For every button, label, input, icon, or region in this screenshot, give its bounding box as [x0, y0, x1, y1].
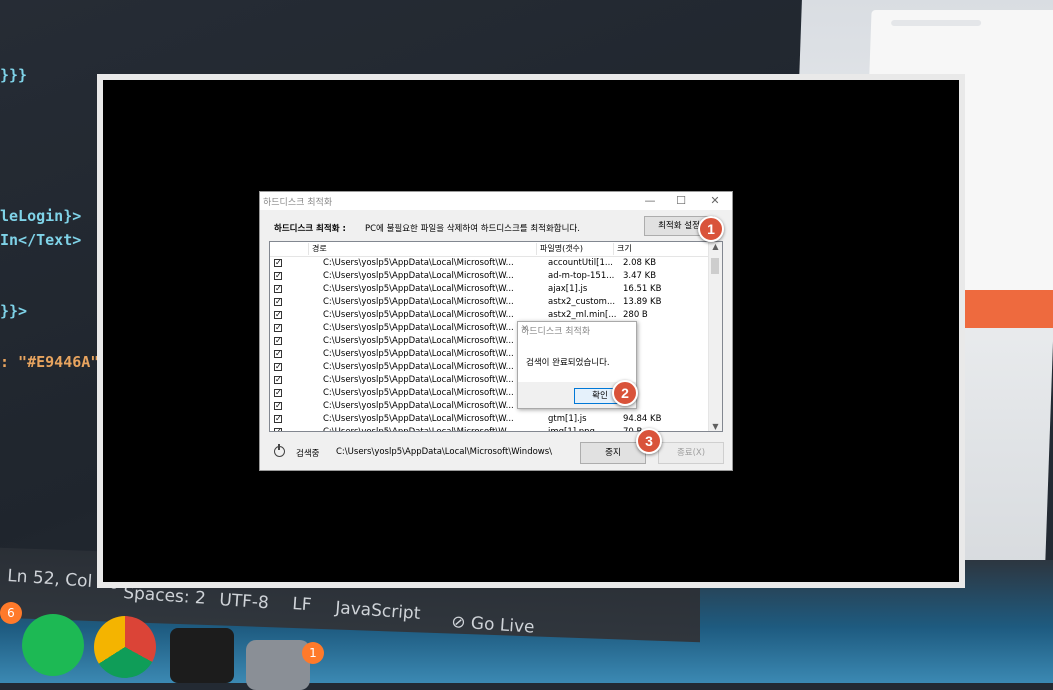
row-path: C:\Users\yoslp5\AppData\Local\Microsoft\…	[323, 401, 514, 411]
scroll-down-icon[interactable]: ▼	[709, 422, 722, 431]
row-checkbox[interactable]: ✓	[274, 389, 282, 397]
dialog-close-button[interactable]: ✕	[521, 324, 632, 334]
table-row[interactable]: ✓ C:\Users\yoslp5\AppData\Local\Microsoft…	[270, 309, 710, 322]
row-path: C:\Users\yoslp5\AppData\Local\Microsoft\…	[323, 336, 514, 346]
row-size: 3.47 KB	[623, 271, 657, 281]
row-path: C:\Users\yoslp5\AppData\Local\Microsoft\…	[323, 349, 514, 359]
table-row[interactable]: ✓ C:\Users\yoslp5\AppData\Local\Microsoft…	[270, 413, 710, 426]
row-path: C:\Users\yoslp5\AppData\Local\Microsoft\…	[323, 297, 514, 307]
table-row[interactable]: ✓ C:\Users\yoslp5\AppData\Local\Microsoft…	[270, 283, 710, 296]
row-path: C:\Users\yoslp5\AppData\Local\Microsoft\…	[323, 388, 514, 398]
minimize-button[interactable]: —	[638, 193, 662, 209]
row-path: C:\Users\yoslp5\AppData\Local\Microsoft\…	[323, 414, 514, 424]
row-checkbox[interactable]: ✓	[274, 285, 282, 293]
table-row[interactable]: ✓ C:\Users\yoslp5\AppData\Local\Microsoft…	[270, 387, 710, 400]
dialog-message: 검색이 완료되었습니다.	[526, 358, 610, 368]
row-checkbox[interactable]: ✓	[274, 415, 282, 423]
header-label: 하드디스크 최적화 :	[274, 224, 346, 234]
row-checkbox[interactable]: ✓	[274, 324, 282, 332]
table-scrollbar[interactable]: ▲ ▼	[708, 242, 722, 431]
code-line: }}}	[0, 66, 28, 84]
table-row[interactable]: ✓ C:\Users\yoslp5\AppData\Local\Microsoft…	[270, 335, 710, 348]
row-size: 2.08 KB	[623, 258, 657, 268]
row-path: C:\Users\yoslp5\AppData\Local\Microsoft\…	[323, 271, 514, 281]
row-checkbox[interactable]: ✓	[274, 363, 282, 371]
code-line: leLogin}>	[0, 207, 82, 225]
dialog-body: 검색이 완료되었습니다.	[518, 338, 636, 382]
window-title: 하드디스크 최적화	[263, 198, 333, 208]
status-path: C:\Users\yoslp5\AppData\Local\Microsoft\…	[336, 447, 553, 457]
row-checkbox[interactable]: ✓	[274, 402, 282, 410]
row-size: 16.51 KB	[623, 284, 662, 294]
row-path: C:\Users\yoslp5\AppData\Local\Microsoft\…	[323, 427, 514, 432]
row-checkbox[interactable]: ✓	[274, 298, 282, 306]
row-checkbox[interactable]: ✓	[274, 428, 282, 431]
spotify-icon	[22, 614, 84, 676]
dock-badge: 1	[302, 642, 324, 664]
power-icon	[274, 444, 285, 457]
row-size: 94.84 KB	[623, 414, 662, 424]
scroll-up-icon[interactable]: ▲	[709, 242, 722, 251]
column-header-path[interactable]: 경로	[308, 243, 536, 255]
table-row[interactable]: ✓ C:\Users\yoslp5\AppData\Local\Microsoft…	[270, 296, 710, 309]
file-table: 경로 파일명(갯수) 크기 ✓ C:\Users\yoslp5\AppData\L…	[269, 241, 723, 432]
code-line: }}>	[0, 302, 28, 320]
editor-status-eol: LF	[291, 594, 313, 616]
row-filename: accountUtil[1...	[548, 258, 613, 268]
close-button[interactable]: ✕	[703, 193, 727, 209]
row-filename: astx2_custom...	[548, 297, 616, 307]
window-titlebar[interactable]: 하드디스크 최적화 — ☐ ✕	[260, 192, 732, 210]
row-checkbox[interactable]: ✓	[274, 259, 282, 267]
header-description: PC에 불필요한 파일을 삭제하여 하드디스크를 최적화합니다.	[365, 224, 580, 234]
exit-button[interactable]: 종료(X)	[658, 442, 724, 464]
row-path: C:\Users\yoslp5\AppData\Local\Microsoft\…	[323, 375, 514, 385]
disk-optimizer-window: 하드디스크 최적화 — ☐ ✕ 하드디스크 최적화 : PC에 불필요한 파일을…	[259, 191, 733, 471]
row-path: C:\Users\yoslp5\AppData\Local\Microsoft\…	[323, 284, 514, 294]
row-filename: ajax[1].js	[548, 284, 588, 294]
column-header-size[interactable]: 크기	[613, 243, 710, 255]
table-header: 경로 파일명(갯수) 크기	[270, 242, 710, 257]
table-row[interactable]: ✓ C:\Users\yoslp5\AppData\Local\Microsoft…	[270, 374, 710, 387]
chrome-icon	[94, 616, 156, 678]
row-size: 13.89 KB	[623, 297, 662, 307]
row-checkbox[interactable]: ✓	[274, 272, 282, 280]
status-label: 검색중	[296, 449, 320, 459]
row-path: C:\Users\yoslp5\AppData\Local\Microsoft\…	[323, 258, 514, 268]
row-path: C:\Users\yoslp5\AppData\Local\Microsoft\…	[323, 362, 514, 372]
step-marker-2: 2	[612, 380, 638, 406]
table-row[interactable]: ✓ C:\Users\yoslp5\AppData\Local\Microsoft…	[270, 270, 710, 283]
row-checkbox[interactable]: ✓	[274, 350, 282, 358]
row-checkbox[interactable]: ✓	[274, 311, 282, 319]
table-row[interactable]: ✓ C:\Users\yoslp5\AppData\Local\Microsoft…	[270, 361, 710, 374]
dialog-titlebar[interactable]: 하드디스크 최적화 ✕	[518, 322, 636, 338]
row-path: C:\Users\yoslp5\AppData\Local\Microsoft\…	[323, 310, 514, 320]
row-filename: gtm[1].js	[548, 414, 587, 424]
table-row[interactable]: ✓ C:\Users\yoslp5\AppData\Local\Microsoft…	[270, 348, 710, 361]
code-line: In</Text>	[0, 231, 82, 249]
row-path: C:\Users\yoslp5\AppData\Local\Microsoft\…	[323, 323, 514, 333]
terminal-icon	[170, 628, 234, 683]
row-checkbox[interactable]: ✓	[274, 337, 282, 345]
editor-status-encoding: UTF-8	[218, 590, 270, 614]
maximize-button[interactable]: ☐	[669, 193, 693, 209]
column-header-filename[interactable]: 파일명(갯수)	[536, 243, 613, 255]
scroll-thumb[interactable]	[711, 258, 719, 274]
step-marker-1: 1	[698, 216, 724, 242]
step-marker-3: 3	[636, 428, 662, 454]
row-filename: ad-m-top-151...	[548, 271, 615, 281]
table-row[interactable]: ✓ C:\Users\yoslp5\AppData\Local\Microsoft…	[270, 257, 710, 270]
row-filename: img[1].png	[548, 427, 595, 432]
table-row[interactable]: ✓ C:\Users\yoslp5\AppData\Local\Microsoft…	[270, 322, 710, 335]
table-row[interactable]: ✓ C:\Users\yoslp5\AppData\Local\Microsoft…	[270, 400, 710, 413]
row-checkbox[interactable]: ✓	[274, 376, 282, 384]
row-size: 70 B	[623, 427, 643, 432]
background-orange-button	[960, 290, 1053, 328]
dock-badge: 6	[0, 602, 22, 624]
